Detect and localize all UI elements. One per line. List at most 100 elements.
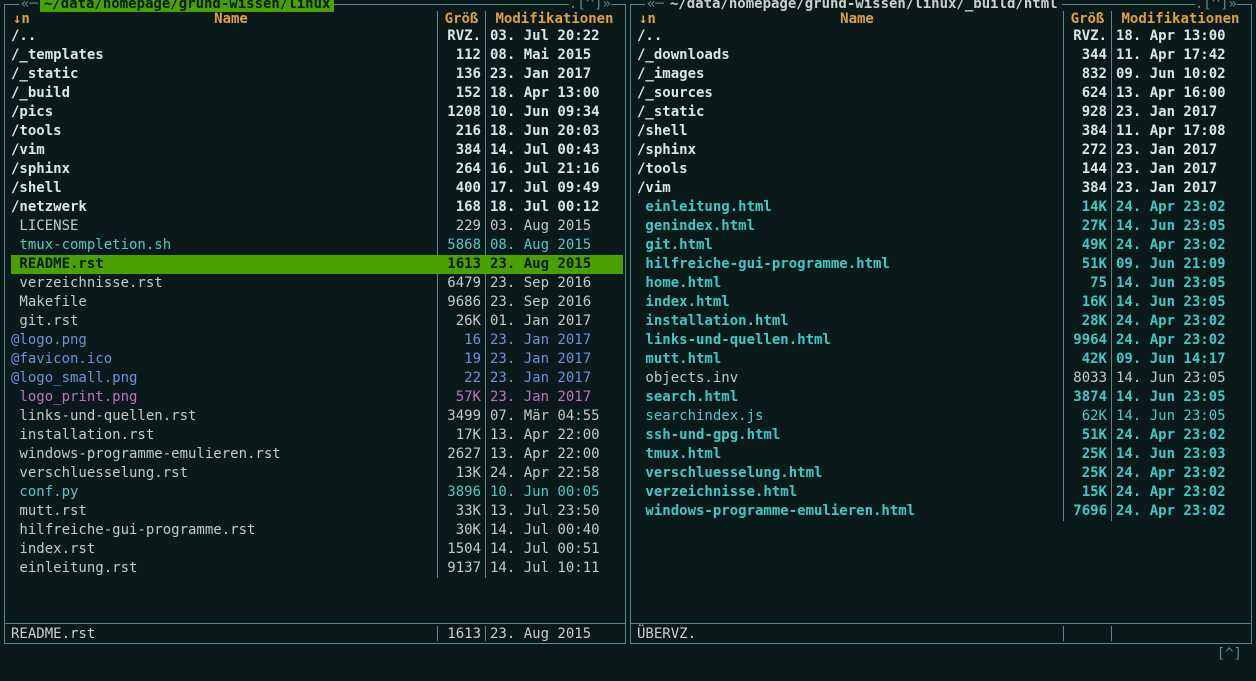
col-header-mod[interactable]: Modifikationen xyxy=(485,11,623,27)
file-name: index.rst xyxy=(11,540,437,559)
left-panel-path[interactable]: ~/data/homepage/grund-wissen/linux xyxy=(40,0,335,12)
file-row[interactable]: einleitung.rst913714. Jul 10:11 xyxy=(11,559,623,578)
right-file-list[interactable]: /..RVZ.18. Apr 13:00/_downloads34411. Ap… xyxy=(631,27,1251,623)
file-name: /vim xyxy=(11,141,437,160)
file-row[interactable]: /netzwerk16818. Jul 00:12 xyxy=(11,198,623,217)
right-panel-path[interactable]: ~/data/homepage/grund-wissen/linux/_buil… xyxy=(666,0,1062,12)
file-row[interactable]: /sphinx27223. Jan 2017 xyxy=(637,141,1249,160)
right-panel-controls[interactable]: .[^]» xyxy=(1195,0,1237,12)
file-name: verschluesselung.rst xyxy=(11,464,437,483)
file-row[interactable]: LICENSE22903. Aug 2015 xyxy=(11,217,623,236)
file-size: RVZ. xyxy=(437,27,485,46)
file-row[interactable]: @logo.png1623. Jan 2017 xyxy=(11,331,623,350)
file-row[interactable]: home.html7514. Jun 23:05 xyxy=(637,274,1249,293)
file-size: 1613 xyxy=(437,255,485,274)
file-row[interactable]: /_static13623. Jan 2017 xyxy=(11,65,623,84)
file-mtime: 03. Aug 2015 xyxy=(485,217,623,236)
file-row[interactable]: search.html387414. Jun 23:05 xyxy=(637,388,1249,407)
file-mtime: 14. Jul 00:51 xyxy=(485,540,623,559)
file-row[interactable]: /_templates11208. Mai 2015 xyxy=(11,46,623,65)
file-row[interactable]: installation.html28K24. Apr 23:02 xyxy=(637,312,1249,331)
file-size: 14K xyxy=(1063,198,1111,217)
left-panel[interactable]: «─ ~/data/homepage/grund-wissen/linux .[… xyxy=(4,4,626,644)
file-row[interactable]: verzeichnisse.rst647923. Sep 2016 xyxy=(11,274,623,293)
file-mtime: 13. Jul 23:50 xyxy=(485,502,623,521)
file-row[interactable]: verschluesselung.html25K24. Apr 23:02 xyxy=(637,464,1249,483)
file-row[interactable]: tmux-completion.sh586808. Aug 2015 xyxy=(11,236,623,255)
left-column-headers[interactable]: ↓n Name Größ Modifikationen xyxy=(5,11,625,27)
right-panel[interactable]: «─ ~/data/homepage/grund-wissen/linux/_b… xyxy=(630,4,1252,644)
file-row[interactable]: installation.rst17K13. Apr 22:00 xyxy=(11,426,623,445)
col-header-name[interactable]: Name xyxy=(25,11,437,27)
file-row[interactable]: /tools14423. Jan 2017 xyxy=(637,160,1249,179)
file-row[interactable]: searchindex.js62K14. Jun 23:05 xyxy=(637,407,1249,426)
file-row[interactable]: conf.py389610. Jun 00:05 xyxy=(11,483,623,502)
col-header-name[interactable]: Name xyxy=(651,11,1063,27)
file-name: verzeichnisse.html xyxy=(637,483,1063,502)
file-row[interactable]: objects.inv803314. Jun 23:05 xyxy=(637,369,1249,388)
file-row[interactable]: @favicon.ico1923. Jan 2017 xyxy=(11,350,623,369)
sort-indicator-icon[interactable]: ↓n xyxy=(633,11,651,27)
file-row[interactable]: mutt.rst33K13. Jul 23:50 xyxy=(11,502,623,521)
file-name: search.html xyxy=(637,388,1063,407)
file-name: mutt.rst xyxy=(11,502,437,521)
file-row[interactable]: windows-programme-emulieren.html769624. … xyxy=(637,502,1249,521)
right-column-headers[interactable]: ↓n Name Größ Modifikationen xyxy=(631,11,1251,27)
file-size: 9686 xyxy=(437,293,485,312)
file-row[interactable]: /_images83209. Jun 10:02 xyxy=(637,65,1249,84)
col-header-mod[interactable]: Modifikationen xyxy=(1111,11,1249,27)
file-mtime: 23. Jan 2017 xyxy=(1111,141,1249,160)
file-row[interactable]: hilfreiche-gui-programme.rst30K14. Jul 0… xyxy=(11,521,623,540)
file-row[interactable]: mutt.html42K09. Jun 14:17 xyxy=(637,350,1249,369)
file-row[interactable]: einleitung.html14K24. Apr 23:02 xyxy=(637,198,1249,217)
left-file-list[interactable]: /..RVZ.03. Jul 20:22/_templates11208. Ma… xyxy=(5,27,625,623)
file-row[interactable]: /tools21618. Jun 20:03 xyxy=(11,122,623,141)
file-mtime: 23. Jan 2017 xyxy=(485,369,623,388)
col-header-size[interactable]: Größ xyxy=(1063,11,1111,27)
file-row[interactable]: index.rst150414. Jul 00:51 xyxy=(11,540,623,559)
file-row[interactable]: /pics120810. Jun 09:34 xyxy=(11,103,623,122)
sort-indicator-icon[interactable]: ↓n xyxy=(7,11,25,27)
file-mtime: 14. Jun 23:03 xyxy=(1111,445,1249,464)
file-mtime: 23. Jan 2017 xyxy=(485,388,623,407)
file-row[interactable]: links-und-quellen.html996424. Apr 23:02 xyxy=(637,331,1249,350)
bottom-indicator: [^] xyxy=(4,644,1252,664)
file-row[interactable]: /_static92823. Jan 2017 xyxy=(637,103,1249,122)
file-row[interactable]: /sphinx26416. Jul 21:16 xyxy=(11,160,623,179)
file-size: 26K xyxy=(437,312,485,331)
file-name: home.html xyxy=(637,274,1063,293)
file-row[interactable]: genindex.html27K14. Jun 23:05 xyxy=(637,217,1249,236)
file-row[interactable]: windows-programme-emulieren.rst262713. A… xyxy=(11,445,623,464)
file-row[interactable]: verschluesselung.rst13K24. Apr 22:58 xyxy=(11,464,623,483)
file-row[interactable]: hilfreiche-gui-programme.html51K09. Jun … xyxy=(637,255,1249,274)
file-row[interactable]: index.html16K14. Jun 23:05 xyxy=(637,293,1249,312)
file-name: /sphinx xyxy=(11,160,437,179)
file-row[interactable]: /..RVZ.18. Apr 13:00 xyxy=(637,27,1249,46)
file-row[interactable]: git.rst26K01. Jan 2017 xyxy=(11,312,623,331)
file-size: 136 xyxy=(437,65,485,84)
col-header-size[interactable]: Größ xyxy=(437,11,485,27)
file-size: 57K xyxy=(437,388,485,407)
file-row[interactable]: /shell38411. Apr 17:08 xyxy=(637,122,1249,141)
left-panel-controls[interactable]: .[^]» xyxy=(569,0,611,12)
file-row[interactable]: /_downloads34411. Apr 17:42 xyxy=(637,46,1249,65)
file-row[interactable]: Makefile968623. Sep 2016 xyxy=(11,293,623,312)
file-row[interactable]: links-und-quellen.rst349907. Mär 04:55 xyxy=(11,407,623,426)
file-row[interactable]: ssh-und-gpg.html51K24. Apr 23:02 xyxy=(637,426,1249,445)
file-row[interactable]: git.html49K24. Apr 23:02 xyxy=(637,236,1249,255)
file-name: /_build xyxy=(11,84,437,103)
file-row[interactable]: /vim38423. Jan 2017 xyxy=(637,179,1249,198)
file-row[interactable]: tmux.html25K14. Jun 23:03 xyxy=(637,445,1249,464)
file-name: logo_print.png xyxy=(11,388,437,407)
file-row[interactable]: /_sources62413. Apr 16:00 xyxy=(637,84,1249,103)
file-row[interactable]: verzeichnisse.html15K24. Apr 23:02 xyxy=(637,483,1249,502)
file-size: 25K xyxy=(1063,445,1111,464)
file-row[interactable]: /vim38414. Jul 00:43 xyxy=(11,141,623,160)
file-row[interactable]: @logo_small.png2223. Jan 2017 xyxy=(11,369,623,388)
file-row[interactable]: /_build15218. Apr 13:00 xyxy=(11,84,623,103)
file-row[interactable]: /..RVZ.03. Jul 20:22 xyxy=(11,27,623,46)
file-size: 6479 xyxy=(437,274,485,293)
file-row[interactable]: README.rst161323. Aug 2015 xyxy=(11,255,623,274)
file-row[interactable]: logo_print.png57K23. Jan 2017 xyxy=(11,388,623,407)
file-row[interactable]: /shell40017. Jul 09:49 xyxy=(11,179,623,198)
